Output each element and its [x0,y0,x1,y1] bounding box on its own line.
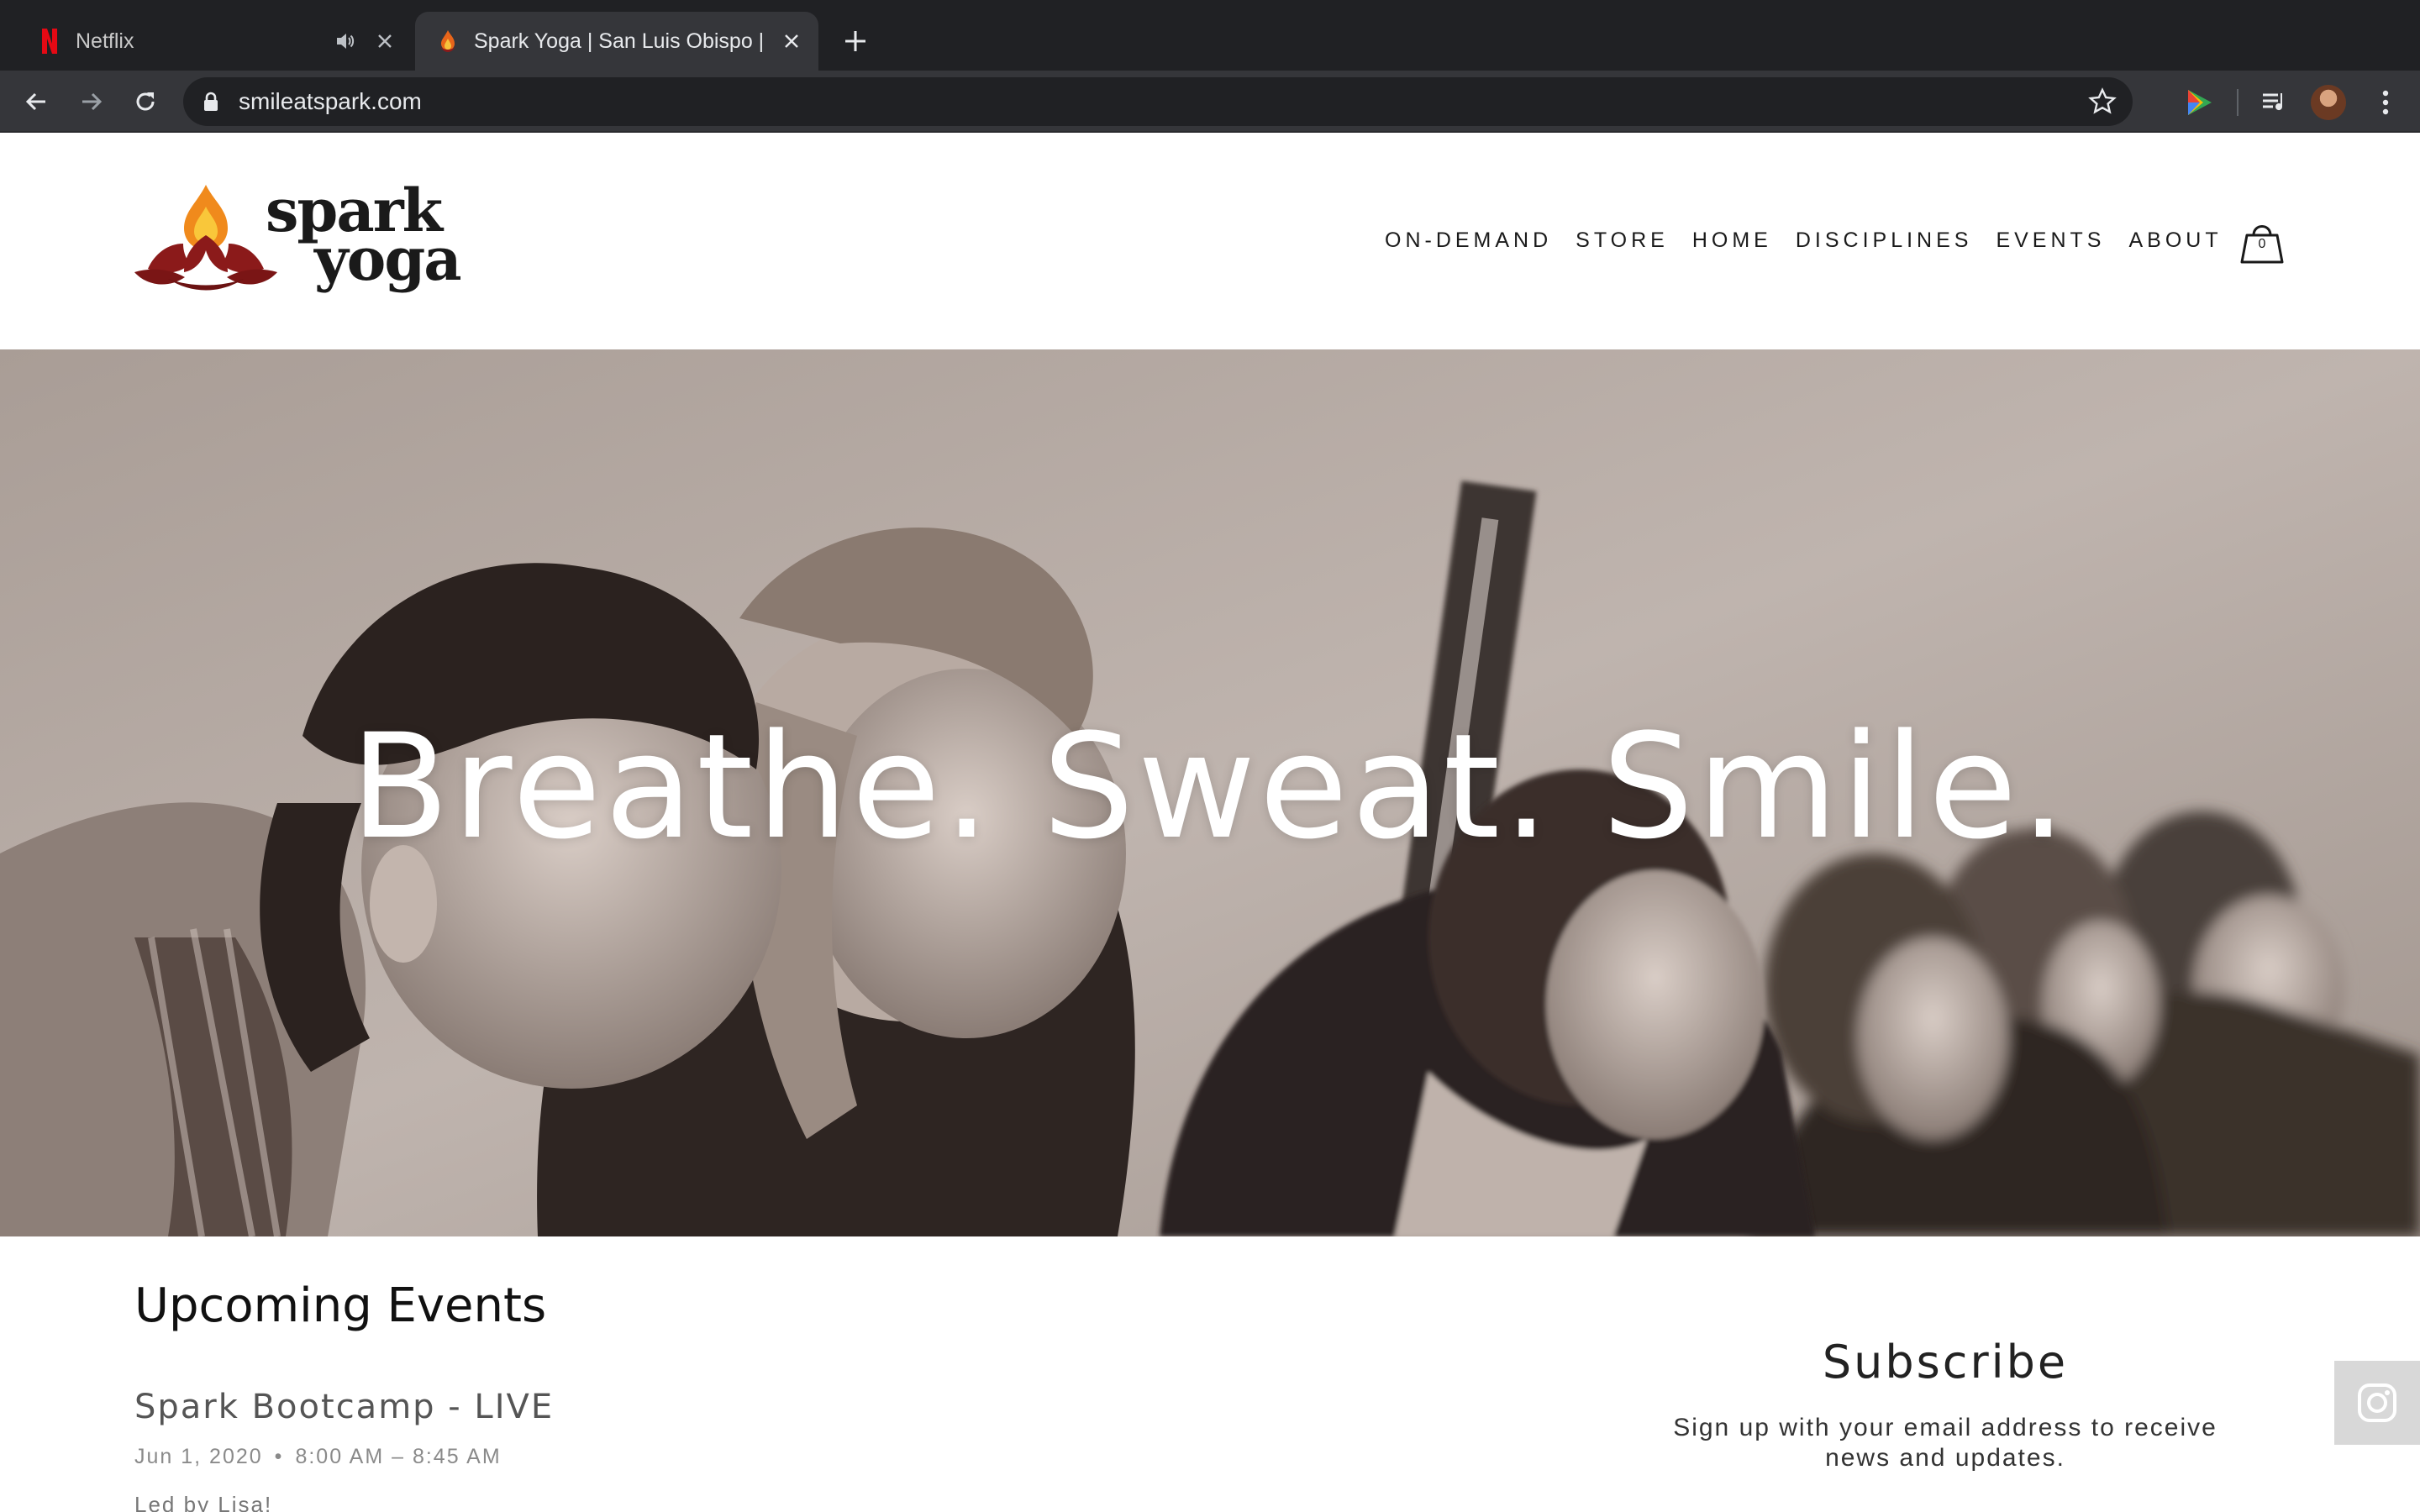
profile-avatar[interactable] [2311,85,2346,120]
forward-button[interactable] [72,82,111,121]
site-logo[interactable]: spark yoga [134,176,471,294]
plus-icon [845,31,865,51]
arrow-right-icon [82,92,103,111]
nav-disciplines[interactable]: DISCIPLINES [1796,228,1973,253]
nav-on-demand[interactable]: ON-DEMAND [1385,228,1552,253]
lock-icon [202,91,224,113]
site-header: spark yoga ON-DEMAND STORE HOME DISCIPLI… [0,133,2420,349]
play-extension-icon[interactable] [2181,85,2217,120]
cart-button[interactable]: 0 [2238,220,2286,265]
menu-kebab-icon[interactable] [2368,85,2403,120]
url-text: smileatspark.com [239,88,422,114]
close-tab-icon[interactable] [775,24,808,58]
logo-wordmark: spark yoga [266,176,462,294]
close-tab-icon[interactable] [368,24,402,58]
content-section: Upcoming Events Spark Bootcamp - LIVE Ju… [0,1236,2420,1512]
browser-toolbar: smileatspark.com [0,71,2420,133]
tab-title: Netflix [76,29,134,53]
tab-netflix[interactable]: Netflix [17,12,412,71]
event-lead: Led by Lisa! [134,1492,273,1512]
subscribe-heading: Subscribe [1822,1336,2069,1389]
nav-about[interactable]: ABOUT [2128,228,2222,253]
hero-banner: Breathe. Sweat. Smile. [0,349,2420,1236]
event-date: Jun 1, 2020 [134,1445,263,1468]
instagram-icon [2358,1383,2396,1422]
address-bar[interactable]: smileatspark.com [183,77,2133,126]
lotus-flame-icon [134,185,277,291]
hero-title: Breathe. Sweat. Smile. [350,702,2070,871]
tab-title: Spark Yoga | San Luis Obispo | [474,29,765,53]
cart-count: 0 [2258,237,2266,251]
media-control-icon[interactable] [2257,85,2292,120]
speaker-icon[interactable] [334,30,356,52]
bookmark-star-icon[interactable] [2087,87,2118,117]
tab-spark-yoga[interactable]: Spark Yoga | San Luis Obispo | [415,12,818,71]
browser-tab-bar: Netflix Spark Yoga | San Luis Obispo | [0,0,2420,71]
spark-flame-icon [435,29,460,54]
nav-store[interactable]: STORE [1576,228,1669,253]
toolbar-divider [2237,89,2238,116]
event-time: 8:00 AM – 8:45 AM [295,1445,502,1468]
events-heading: Upcoming Events [134,1278,547,1333]
new-tab-button[interactable] [837,23,874,60]
event-meta: Jun 1, 2020 • 8:00 AM – 8:45 AM [134,1445,502,1469]
main-nav: ON-DEMAND STORE HOME DISCIPLINES EVENTS … [1385,228,2246,253]
nav-home[interactable]: HOME [1692,228,1772,253]
reload-icon [136,92,155,111]
instagram-button[interactable] [2334,1361,2420,1445]
reload-button[interactable] [126,82,165,121]
netflix-icon [37,29,62,54]
nav-events[interactable]: EVENTS [1996,228,2105,253]
separator-dot: • [274,1445,284,1468]
event-title-link[interactable]: Spark Bootcamp - LIVE [134,1388,554,1426]
subscribe-text: Sign up with your email address to recei… [1673,1414,2217,1472]
arrow-left-icon [25,92,45,111]
back-button[interactable] [17,82,55,121]
